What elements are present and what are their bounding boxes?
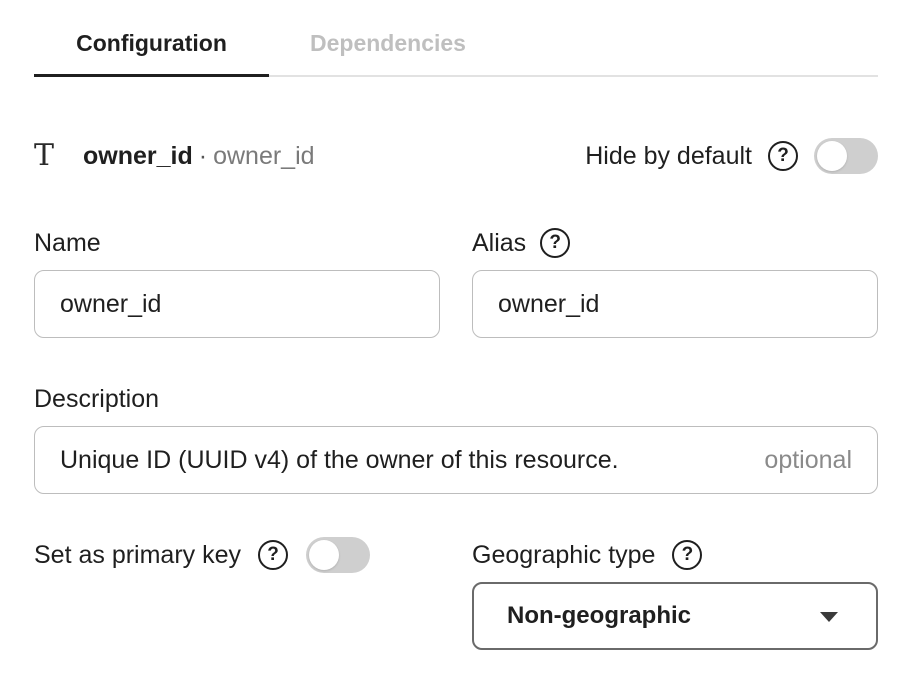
hide-by-default-toggle[interactable] — [814, 138, 878, 174]
alias-input[interactable]: owner_id — [472, 270, 878, 338]
name-label: Name — [34, 229, 101, 257]
primary-key-group: Set as primary key ? — [34, 537, 371, 573]
description-label: Description — [34, 385, 160, 413]
text-type-icon: T — [34, 138, 55, 173]
field-header: T owner_id · owner_id Hide by default ? — [34, 134, 878, 178]
tab-configuration[interactable]: Configuration — [34, 24, 269, 77]
alias-label: Alias — [472, 229, 527, 257]
hide-by-default-group: Hide by default ? — [585, 134, 878, 178]
name-input[interactable]: owner_id — [34, 270, 440, 338]
help-icon[interactable]: ? — [540, 228, 571, 258]
field-name: owner_id — [83, 142, 193, 170]
primary-key-toggle[interactable] — [306, 537, 371, 573]
tab-bar: Configuration Dependencies — [34, 0, 878, 77]
description-value: Unique ID (UUID v4) of the owner of this… — [60, 446, 619, 474]
chevron-down-icon — [820, 612, 838, 622]
geographic-type-select[interactable]: Non-geographic — [472, 582, 878, 650]
hide-by-default-label: Hide by default — [585, 141, 752, 170]
geographic-type-value: Non-geographic — [507, 602, 691, 629]
field-separator: · — [198, 142, 208, 170]
description-input[interactable]: Unique ID (UUID v4) of the owner of this… — [34, 426, 878, 494]
geographic-type-label-group: Geographic type ? — [472, 538, 703, 572]
help-icon[interactable]: ? — [672, 540, 703, 570]
help-icon[interactable]: ? — [768, 141, 798, 171]
alias-label-group: Alias ? — [472, 226, 571, 260]
geographic-type-label: Geographic type — [472, 541, 656, 569]
field-title: owner_id · owner_id — [83, 134, 315, 178]
primary-key-label: Set as primary key — [34, 541, 242, 569]
optional-hint: optional — [764, 446, 852, 474]
tab-dependencies[interactable]: Dependencies — [300, 24, 476, 77]
field-source-name: owner_id — [213, 142, 315, 170]
help-icon[interactable]: ? — [258, 540, 289, 570]
